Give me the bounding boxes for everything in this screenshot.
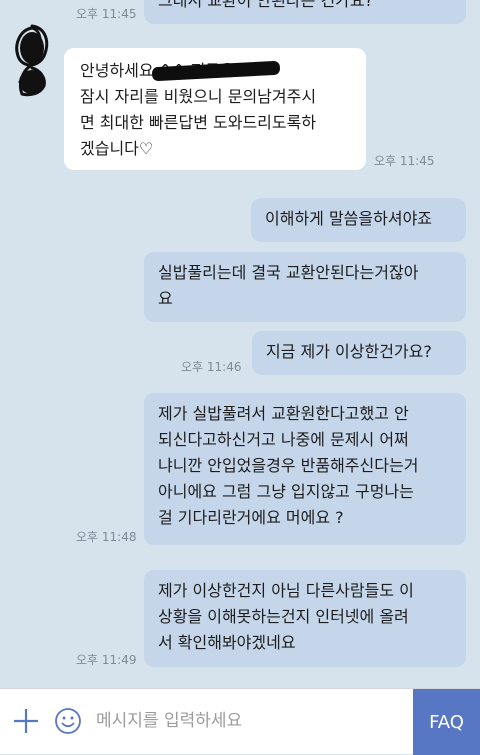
message-bubble: 제가 실밥풀려서 교환원한다고했고 안 되신다고하신거고 나중에 문제시 어쩌 … xyxy=(144,393,466,545)
plus-icon[interactable] xyxy=(10,705,42,737)
message-bubble: 실밥풀리는데 결국 교환안된다는거잖아 요 xyxy=(144,252,466,322)
message-time: 오후 11:45 xyxy=(374,154,435,168)
faq-button[interactable]: FAQ xyxy=(413,689,480,755)
message-bubble: 지금 제가 이상한건가요? xyxy=(252,331,466,375)
message-time: 오후 11:46 xyxy=(181,360,242,374)
message-bubble: 그래서 교환이 안된다는 건가요? xyxy=(144,0,466,24)
message-input[interactable] xyxy=(96,703,396,739)
message-bubble: 이해하게 말씀을하셔야죠 xyxy=(251,198,466,242)
message-time: 오후 11:48 xyxy=(76,530,137,544)
message-time: 오후 11:45 xyxy=(76,7,137,21)
message-bubble: 제가 이상한건지 아님 다른사람들도 이 상황을 이해못하는건지 인터넷에 올려… xyxy=(144,570,466,667)
chat-area[interactable]: 오후 11:45 그래서 교환이 안된다는 건가요? 안녕하세요 ^^ 지금은 … xyxy=(0,0,480,688)
message-input-bar: FAQ xyxy=(0,688,480,755)
smiley-icon[interactable] xyxy=(54,707,82,735)
message-time: 오후 11:49 xyxy=(76,653,137,667)
avatar[interactable] xyxy=(12,22,52,98)
